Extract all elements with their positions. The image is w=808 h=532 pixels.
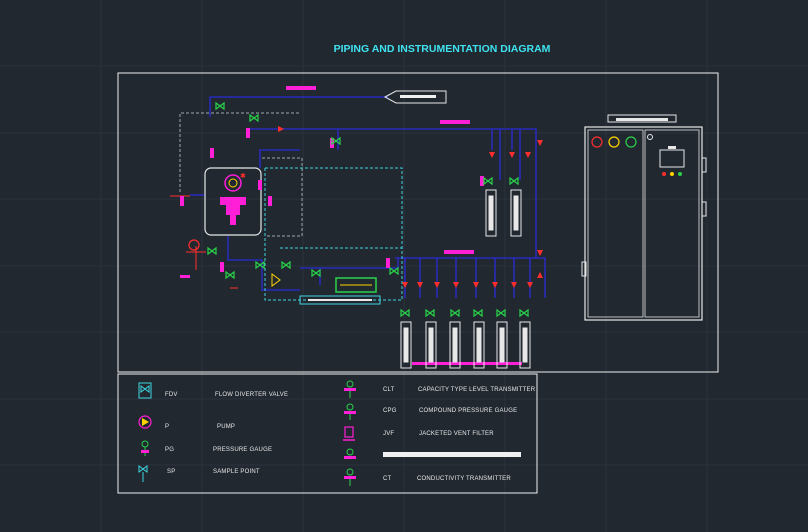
legend-code-fdv: FDV	[165, 392, 178, 398]
instrument-tags	[180, 86, 522, 365]
valves[interactable]	[207, 101, 529, 318]
legend-code-sp: SP	[167, 469, 175, 475]
legend-desc-ct: CONDUCTIVITY TRANSMITTER	[417, 476, 511, 482]
compound-pressure-gauge-icon	[344, 403, 356, 420]
vent-filter-icon	[343, 426, 355, 441]
control-panel[interactable]	[581, 114, 707, 321]
legend-code-ct: CT	[383, 476, 392, 482]
conductivity-transmitter-icon	[344, 468, 356, 486]
vent-valve	[215, 101, 225, 111]
process-vessel[interactable]: ✱	[204, 167, 262, 236]
off-sheet-connector[interactable]	[383, 90, 447, 104]
legend-code-jvf: JVF	[383, 431, 394, 437]
legend-desc-jvf: JACKETED VENT FILTER	[419, 431, 494, 437]
diagram-title: PIPING AND INSTRUMENTATION DIAGRAM	[334, 43, 551, 55]
pump-icon	[138, 415, 152, 429]
legend-code-p: P	[165, 424, 169, 430]
top-valve	[249, 113, 259, 123]
legend-desc-clt: CAPACITY TYPE LEVEL TRANSMITTER	[418, 387, 536, 393]
green-lamp-icon	[625, 136, 637, 148]
return-valve	[389, 266, 399, 276]
flow-diverter-valve-icon	[138, 382, 152, 399]
legend-code-pg: PG	[165, 447, 174, 453]
pump-valve-2	[281, 260, 291, 270]
legend-desc-cpg: COMPOUND PRESSURE GAUGE	[419, 408, 517, 414]
legend-desc-pg: PRESSURE GAUGE	[213, 447, 272, 453]
yellow-lamp-icon	[608, 136, 620, 148]
drain-valve-2	[225, 270, 235, 280]
drawing-frame	[117, 72, 719, 373]
legend-code-clt: CLT	[383, 387, 395, 393]
level-transmitter-icon	[344, 380, 356, 398]
signal-lines	[179, 112, 403, 301]
legend-code-cpg: CPG	[383, 408, 397, 414]
sample-point-icon	[138, 465, 148, 482]
legend-desc-p: PUMP	[217, 424, 235, 430]
legend-left: FDV FLOW DIVERTER VALVE P PUMP PG PRESSU…	[138, 382, 288, 482]
drain-valve-1	[207, 246, 217, 256]
legend-right: CLT CAPACITY TYPE LEVEL TRANSMITTER CPG …	[343, 380, 536, 486]
legend-desc-fdv: FLOW DIVERTER VALVE	[215, 392, 288, 398]
pump-valve	[255, 260, 265, 270]
cad-canvas[interactable]: PIPING AND INSTRUMENTATION DIAGRAM ✱ FDV…	[0, 0, 808, 532]
sample-valve-2	[311, 268, 321, 278]
user-point-valve-2	[509, 176, 519, 186]
legend-desc-sp: SAMPLE POINT	[213, 469, 260, 475]
user-point-valve-1	[483, 176, 493, 186]
svg-text:✱: ✱	[240, 172, 246, 180]
red-lamp-icon	[591, 136, 603, 148]
pressure-gauge-icon	[141, 440, 149, 456]
alarm-markers	[278, 126, 543, 288]
heat-exchanger[interactable]	[299, 277, 381, 305]
pipe-line-icon	[344, 448, 521, 459]
